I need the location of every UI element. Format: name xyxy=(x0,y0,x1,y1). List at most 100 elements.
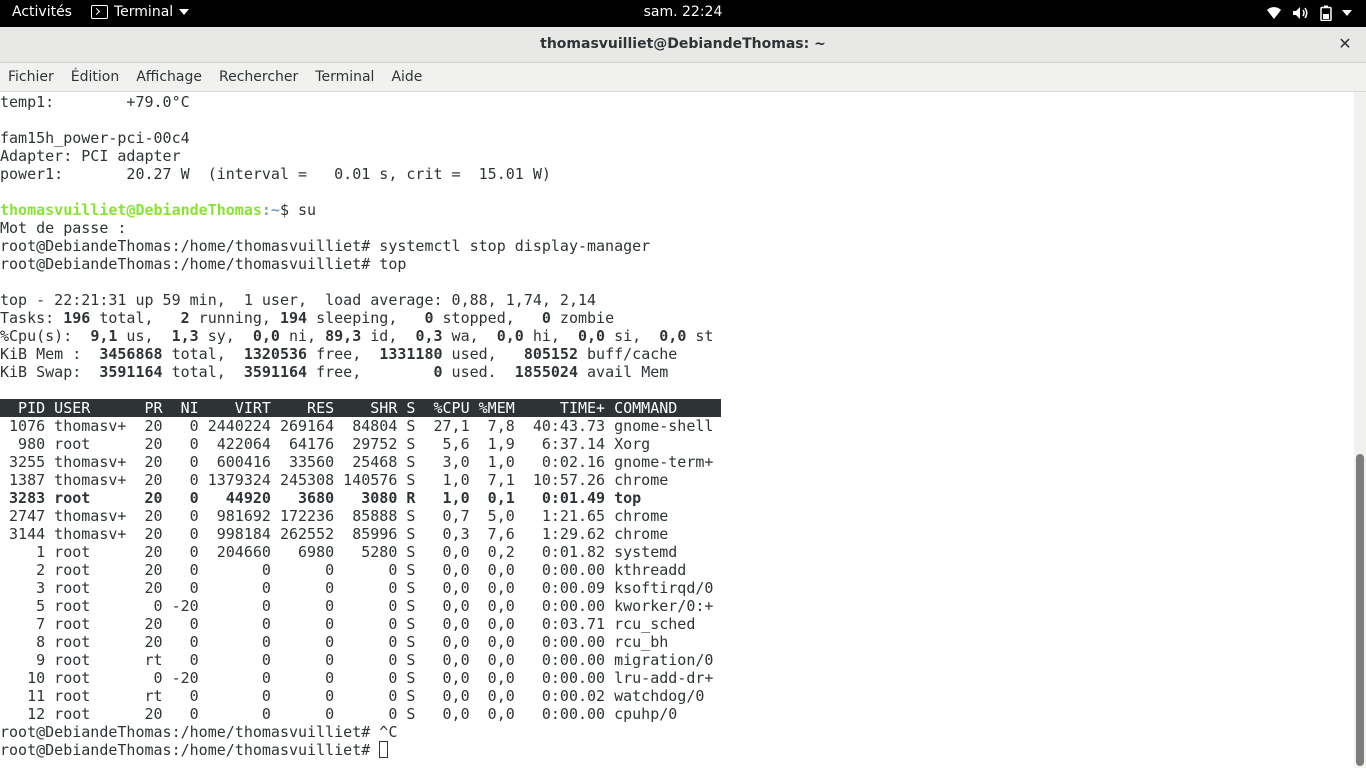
top-summary-line: KiB Swap: 3591164 total, 3591164 free, 0… xyxy=(0,363,1354,381)
summary-value: 196 xyxy=(63,309,91,327)
summary-text: KiB Swap: xyxy=(0,363,100,381)
summary-value: 0,0 xyxy=(659,327,687,345)
summary-text: sleeping, xyxy=(307,309,425,327)
summary-text: wa, xyxy=(442,327,497,345)
summary-text: used. xyxy=(442,363,515,381)
summary-text: id, xyxy=(361,327,416,345)
summary-text: si, xyxy=(605,327,660,345)
process-row: 11 root rt 0 0 0 0 S 0,0 0,0 0:00.02 wat… xyxy=(0,687,705,705)
summary-text: st xyxy=(686,327,714,345)
process-row: 1076 thomasv+ 20 0 2440224 269164 84804 … xyxy=(0,417,714,435)
clock-button[interactable]: sam. 22:24 xyxy=(644,4,723,20)
menu-affichage[interactable]: Affichage xyxy=(136,69,202,85)
chevron-down-icon xyxy=(179,9,190,15)
activities-button[interactable]: Activités xyxy=(12,4,72,20)
menu-terminal[interactable]: Terminal xyxy=(315,69,374,85)
process-table-header: PID USER PR NI VIRT RES SHR S %CPU %MEM … xyxy=(0,399,721,417)
process-row: 1387 thomasv+ 20 0 1379324 245308 140576… xyxy=(0,471,669,489)
summary-text: sy, xyxy=(198,327,253,345)
active-prompt-line[interactable]: root@DebiandeThomas:/home/thomasvuilliet… xyxy=(0,741,1354,759)
menu-edition[interactable]: Édition xyxy=(71,69,119,85)
process-row: 3283 root 20 0 44920 3680 3080 R 1,0 0,1… xyxy=(0,489,642,507)
process-row: 1 root 20 0 204660 6980 5280 S 0,0 0,2 0… xyxy=(0,543,678,561)
summary-text: ni, xyxy=(279,327,326,345)
summary-value: 0,0 xyxy=(578,327,606,345)
summary-text: us, xyxy=(117,327,172,345)
app-menu-button[interactable]: Terminal xyxy=(91,4,190,20)
prompt-line: thomasvuilliet@DebiandeThomas:~$ su xyxy=(0,201,1354,219)
summary-value: 0,0 xyxy=(496,327,524,345)
process-row: 3 root 20 0 0 0 0 S 0,0 0,0 0:00.09 ksof… xyxy=(0,579,714,597)
process-row: 8 root 20 0 0 0 0 S 0,0 0,0 0:00.00 rcu_… xyxy=(0,633,669,651)
process-row: 3144 thomasv+ 20 0 998184 262552 85996 S… xyxy=(0,525,669,543)
menu-bar: Fichier Édition Affichage Rechercher Termina… xyxy=(0,63,1366,92)
terminal-line: root@DebiandeThomas:/home/thomasvuilliet… xyxy=(0,237,651,255)
menu-aide[interactable]: Aide xyxy=(391,69,422,85)
summary-value: 0,0 xyxy=(252,327,280,345)
summary-value: 805152 xyxy=(523,345,578,363)
clock-container: sam. 22:24 xyxy=(0,4,1366,20)
gnome-top-bar: Activités Terminal sam. 22:24 xyxy=(0,0,1366,27)
summary-text: buff/cache xyxy=(578,345,678,363)
summary-text: KiB Mem : xyxy=(0,345,100,363)
summary-text: total, xyxy=(162,363,244,381)
summary-value: 3456868 xyxy=(99,345,163,363)
process-row: 980 root 20 0 422064 64176 29752 S 5,6 1… xyxy=(0,435,651,453)
summary-text: avail Mem xyxy=(578,363,669,381)
terminal-line: Adapter: PCI adapter xyxy=(0,147,181,165)
summary-text: total, xyxy=(162,345,244,363)
menu-fichier[interactable]: Fichier xyxy=(8,69,54,85)
terminal-line: root@DebiandeThomas:/home/thomasvuilliet… xyxy=(0,723,398,741)
summary-value: 1855024 xyxy=(514,363,578,381)
summary-text: stopped, xyxy=(433,309,542,327)
prompt-command: $ su xyxy=(279,201,317,219)
summary-text: free, xyxy=(307,363,434,381)
app-menu-label: Terminal xyxy=(114,4,174,20)
top-summary-line: Tasks: 196 total, 2 running, 194 sleepin… xyxy=(0,309,1354,327)
top-summary-line: %Cpu(s): 9,1 us, 1,3 sy, 0,0 ni, 89,3 id… xyxy=(0,327,1354,345)
active-prompt-text: root@DebiandeThomas:/home/thomasvuilliet… xyxy=(0,741,380,759)
window-title-bar[interactable]: thomasvuilliet@DebiandeThomas: ~ ✕ xyxy=(0,27,1366,63)
summary-value: 1320536 xyxy=(243,345,308,363)
summary-text: total, xyxy=(90,309,181,327)
process-row: 10 root 0 -20 0 0 0 S 0,0 0,0 0:00.00 lr… xyxy=(0,669,714,687)
summary-text: %Cpu(s): xyxy=(0,327,91,345)
window-title: thomasvuilliet@DebiandeThomas: ~ xyxy=(540,36,826,52)
volume-icon xyxy=(1293,7,1308,19)
process-row: 2 root 20 0 0 0 0 S 0,0 0,0 0:00.00 kthr… xyxy=(0,561,687,579)
process-row: 3255 thomasv+ 20 0 600416 33560 25468 S … xyxy=(0,453,714,471)
summary-value: 194 xyxy=(279,309,308,327)
system-menu-caret-icon xyxy=(1342,10,1352,16)
summary-value: 9,1 xyxy=(90,327,118,345)
top-summary-line xyxy=(0,381,1354,399)
summary-text: Tasks: xyxy=(0,309,64,327)
summary-text: running, xyxy=(189,309,280,327)
terminal-line: temp1: +79.0°C xyxy=(0,93,190,111)
close-icon[interactable]: ✕ xyxy=(1336,35,1354,53)
terminal-line: power1: 20.27 W (interval = 0.01 s, crit… xyxy=(0,165,551,183)
menu-rechercher[interactable]: Rechercher xyxy=(219,69,298,85)
process-row: 5 root 0 -20 0 0 0 S 0,0 0,0 0:00.00 kwo… xyxy=(0,597,714,615)
terminal-output[interactable]: temp1: +79.0°C fam15h_power-pci-00c4 Adapt… xyxy=(0,92,1354,768)
summary-text: hi, xyxy=(523,327,578,345)
process-row: 7 root 20 0 0 0 0 S 0,0 0,0 0:03.71 rcu_… xyxy=(0,615,696,633)
battery-icon xyxy=(1320,5,1332,21)
summary-value: 3591164 xyxy=(243,363,308,381)
top-summary-line: top - 22:21:31 up 59 min, 1 user, load a… xyxy=(0,291,1354,309)
top-summary-line: KiB Mem : 3456868 total, 1320536 free, 1… xyxy=(0,345,1354,363)
text-cursor xyxy=(379,741,389,758)
wifi-icon xyxy=(1267,7,1281,19)
summary-value: 0 xyxy=(424,309,434,327)
summary-value: 0 xyxy=(433,363,443,381)
system-status-area[interactable] xyxy=(1266,5,1352,21)
prompt-user: thomasvuilliet@DebiandeThomas xyxy=(0,201,262,219)
process-row: 9 root rt 0 0 0 0 S 0,0 0,0 0:00.00 migr… xyxy=(0,651,714,669)
summary-value: 2 xyxy=(180,309,190,327)
summary-value: 0 xyxy=(541,309,551,327)
terminal-scrollbar[interactable] xyxy=(1354,92,1366,768)
summary-value: 3591164 xyxy=(99,363,163,381)
scrollbar-thumb[interactable] xyxy=(1356,454,1364,766)
